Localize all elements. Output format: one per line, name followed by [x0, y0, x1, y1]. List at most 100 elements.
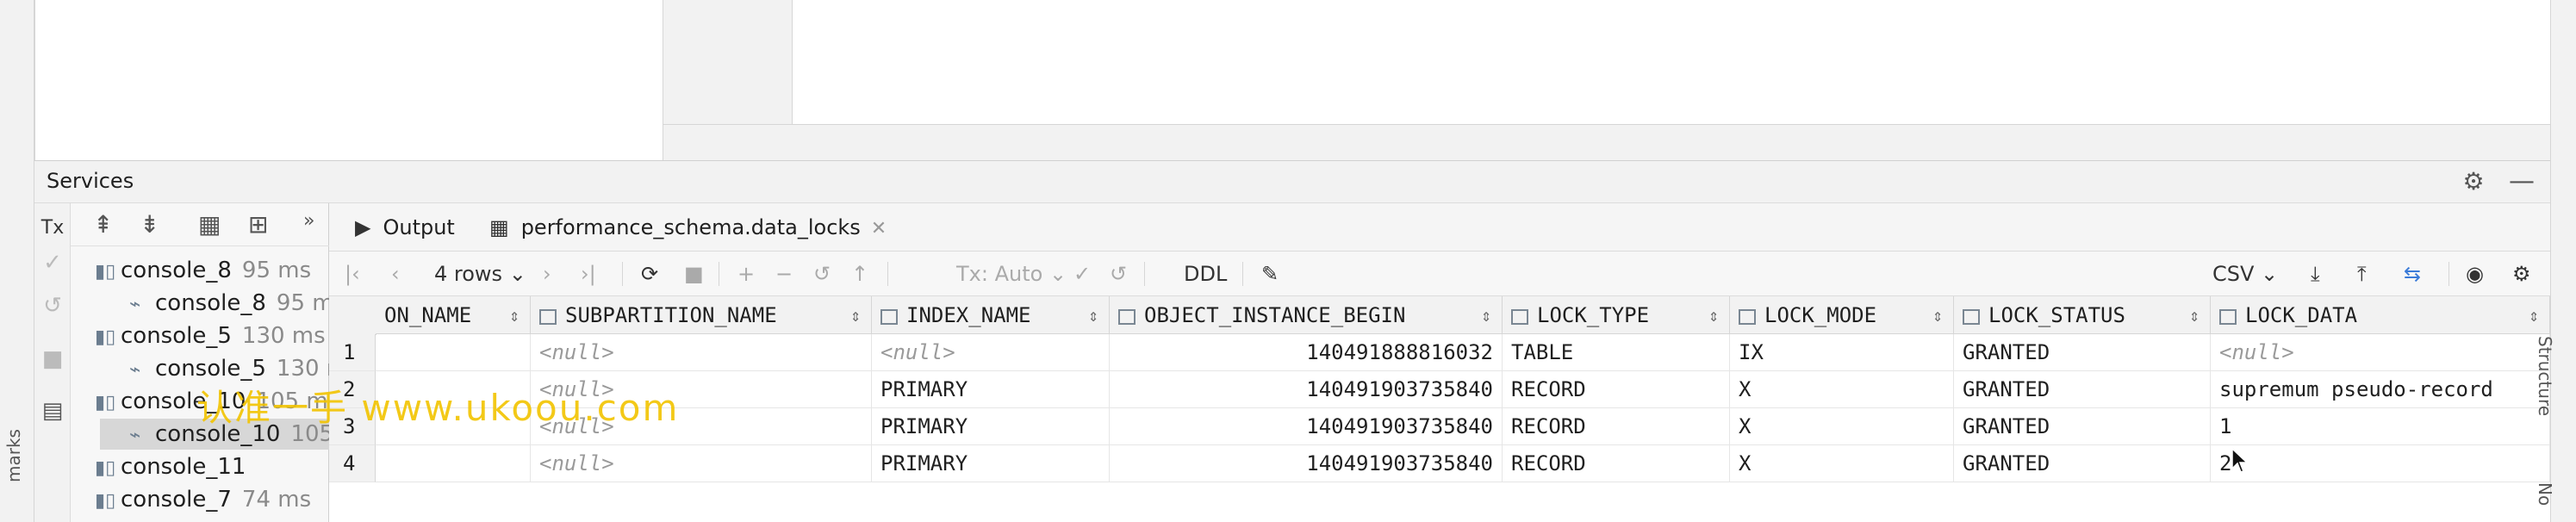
table-cell[interactable]: RECORD: [1503, 408, 1730, 445]
notifications-side-tab[interactable]: No: [2535, 482, 2555, 506]
stop-icon[interactable]: ■: [684, 258, 704, 289]
table-cell[interactable]: GRANTED: [1954, 371, 2211, 408]
ddl-button[interactable]: DDL: [1184, 258, 1227, 289]
column-header[interactable]: OBJECT_INSTANCE_BEGIN ⇕: [1110, 296, 1503, 334]
submit-icon[interactable]: ↑: [851, 258, 868, 289]
table-cell[interactable]: [376, 445, 531, 482]
table-cell[interactable]: supremum pseudo-record: [2211, 371, 2550, 408]
sort-icon[interactable]: ⇕: [2189, 296, 2200, 333]
refresh-icon[interactable]: ⟳: [641, 258, 658, 289]
sort-icon[interactable]: ⇕: [1708, 296, 1719, 333]
sort-icon[interactable]: ⇕: [1932, 296, 1943, 333]
table-cell[interactable]: PRIMARY: [872, 371, 1110, 408]
table-cell[interactable]: 1: [2211, 408, 2550, 445]
table-cell[interactable]: 140491888816032: [1110, 334, 1503, 371]
table-cell[interactable]: X: [1730, 445, 1954, 482]
sort-icon[interactable]: ⇕: [509, 296, 520, 333]
last-page-icon[interactable]: ›|: [581, 258, 596, 289]
tx-mode-dropdown[interactable]: Tx: Auto ⌄: [956, 258, 1067, 289]
settings-icon[interactable]: ⚙: [2512, 258, 2531, 289]
structure-side-tab[interactable]: Structure: [2535, 336, 2555, 416]
table-cell[interactable]: <null>: [2211, 334, 2550, 371]
sort-icon[interactable]: ⇕: [1088, 296, 1098, 333]
column-header[interactable]: LOCK_TYPE ⇕: [1503, 296, 1730, 334]
column-header[interactable]: LOCK_MODE ⇕: [1730, 296, 1954, 334]
gear-icon[interactable]: ⚙: [2461, 169, 2486, 195]
table-cell[interactable]: IX: [1730, 334, 1954, 371]
delete-row-icon[interactable]: −: [775, 258, 793, 289]
commit-check-icon[interactable]: ✓: [34, 250, 71, 276]
collapse-all-icon[interactable]: ⇟: [140, 210, 159, 239]
export-format-dropdown[interactable]: CSV ⌄: [2212, 258, 2278, 289]
table-cell[interactable]: <null>: [531, 334, 872, 371]
expand-all-icon[interactable]: ⇞: [93, 210, 113, 239]
pin-icon[interactable]: ✎: [1261, 258, 1279, 289]
tab-output[interactable]: ▶ Output: [355, 203, 455, 252]
minimize-icon[interactable]: —: [2509, 169, 2535, 195]
table-cell[interactable]: X: [1730, 371, 1954, 408]
compare-icon[interactable]: ⇆: [2404, 258, 2421, 289]
layout-icon[interactable]: ▤: [34, 398, 71, 424]
table-cell[interactable]: 140491903735840: [1110, 408, 1503, 445]
tree-item-console[interactable]: ▮▯ console_8 95 ms: [95, 255, 311, 286]
add-service-icon[interactable]: ⊞: [248, 210, 268, 239]
row-number[interactable]: 1: [329, 334, 376, 371]
table-cell[interactable]: PRIMARY: [872, 408, 1110, 445]
more-icon[interactable]: »: [303, 210, 314, 232]
group-icon[interactable]: ▦: [198, 210, 221, 239]
download-icon[interactable]: ⤓: [2311, 258, 2320, 289]
column-header[interactable]: SUBPARTITION_NAME ⇕: [531, 296, 872, 334]
column-header-label: LOCK_TYPE: [1537, 303, 1650, 327]
rollback-icon[interactable]: ↺: [34, 293, 71, 319]
table-cell[interactable]: 140491903735840: [1110, 445, 1503, 482]
bookmarks-side-tab[interactable]: marks: [3, 429, 24, 482]
column-header[interactable]: LOCK_STATUS ⇕: [1954, 296, 2211, 334]
tree-item-console[interactable]: ▮▯ console_7 74 ms: [95, 484, 311, 515]
close-icon[interactable]: ✕: [871, 218, 887, 239]
tree-item-session[interactable]: ⌁ console_8 95 ms: [129, 288, 345, 319]
tree-item-console[interactable]: ▮▯ console_11: [95, 451, 256, 482]
table-cell[interactable]: GRANTED: [1954, 334, 2211, 371]
table-cell[interactable]: <null>: [872, 334, 1110, 371]
editor-right-pane[interactable]: [793, 0, 2550, 124]
table-cell[interactable]: TABLE: [1503, 334, 1730, 371]
table-cell[interactable]: <null>: [531, 445, 872, 482]
view-icon[interactable]: ◉: [2466, 258, 2484, 289]
revert-icon[interactable]: ↺: [813, 258, 831, 289]
tab-data-locks[interactable]: ▦ performance_schema.data_locks ✕: [489, 203, 887, 254]
tree-item-label: console_5: [121, 323, 232, 349]
first-page-icon[interactable]: |‹: [345, 258, 360, 289]
commit-icon[interactable]: ✓: [1073, 258, 1091, 289]
add-row-icon[interactable]: +: [737, 258, 755, 289]
next-page-icon[interactable]: ›: [543, 258, 551, 289]
tab-label: Output: [383, 215, 455, 239]
table-cell[interactable]: RECORD: [1503, 445, 1730, 482]
prev-page-icon[interactable]: ‹: [391, 258, 400, 289]
table-cell[interactable]: 2: [2211, 445, 2550, 482]
sort-icon[interactable]: ⇕: [1481, 296, 1491, 333]
column-header-label: SUBPARTITION_NAME: [565, 303, 777, 327]
column-header[interactable]: LOCK_DATA ⇕: [2211, 296, 2550, 334]
column-header-label: INDEX_NAME: [906, 303, 1031, 327]
tx-icon[interactable]: Tx: [34, 217, 71, 239]
console-icon: ▮▯: [95, 392, 116, 413]
column-header[interactable]: INDEX_NAME ⇕: [872, 296, 1110, 334]
table-cell[interactable]: PRIMARY: [872, 445, 1110, 482]
table-cell[interactable]: RECORD: [1503, 371, 1730, 408]
upload-icon[interactable]: ⤒: [2357, 258, 2367, 289]
tab-label: performance_schema.data_locks: [520, 215, 861, 239]
table-cell[interactable]: X: [1730, 408, 1954, 445]
sort-icon[interactable]: ⇕: [850, 296, 861, 333]
row-number[interactable]: 4: [329, 445, 376, 482]
table-cell[interactable]: 140491903735840: [1110, 371, 1503, 408]
table-cell[interactable]: GRANTED: [1954, 445, 2211, 482]
tree-item-console[interactable]: ▮▯ console_5 130 ms: [95, 320, 326, 351]
stop-icon[interactable]: ■: [34, 346, 71, 372]
table-cell[interactable]: [376, 334, 531, 371]
rollback-icon[interactable]: ↺: [1110, 258, 1127, 289]
table-cell[interactable]: GRANTED: [1954, 408, 2211, 445]
mouse-cursor-icon: [2231, 448, 2249, 473]
column-header[interactable]: ON_NAME ⇕: [376, 296, 531, 334]
sort-icon[interactable]: ⇕: [2529, 296, 2539, 333]
rows-count-dropdown[interactable]: 4 rows ⌄: [434, 258, 526, 289]
